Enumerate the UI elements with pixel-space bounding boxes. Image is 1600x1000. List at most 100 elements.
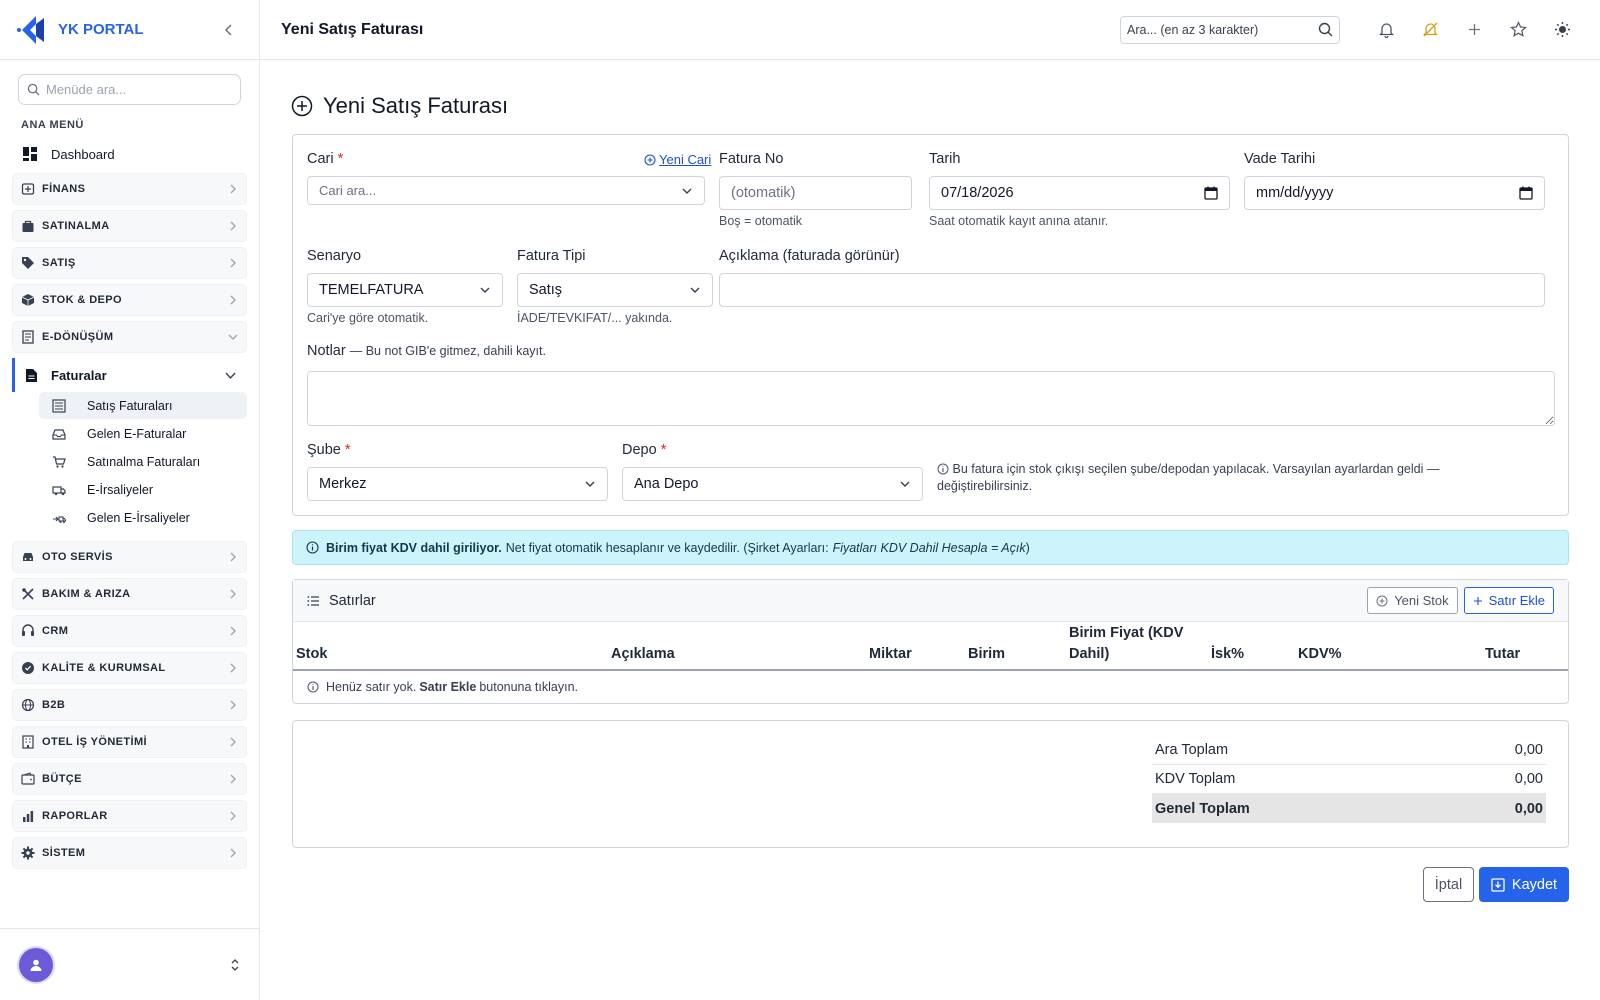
bag-icon (21, 219, 35, 233)
sidebar-group-label: FİNANS (42, 183, 86, 195)
depo-label: Depo * (622, 442, 667, 458)
sidebar-item-label: E-İrsaliyeler (87, 482, 153, 497)
main-content: Yeni Satış Faturası Cari * Yeni Cari Car… (261, 61, 1600, 1000)
cart-icon (52, 455, 66, 469)
notlar-label: Notlar — Bu not GIB'e gitmez, dahili kay… (307, 343, 546, 359)
sidebar-group-label: STOK & DEPO (42, 294, 122, 306)
depo-select[interactable]: Ana Depo (622, 467, 923, 501)
sidebar-group-bakim-ariza[interactable]: BAKIM & ARIZA (12, 578, 247, 610)
sidebar-group-label: SATIŞ (42, 257, 76, 269)
badge-check-icon (21, 661, 35, 675)
aciklama-input[interactable] (719, 273, 1545, 307)
page-title: Yeni Satış Faturası (291, 93, 508, 119)
sidebar-group-sistem[interactable]: SİSTEM (12, 837, 247, 869)
global-search[interactable] (1120, 15, 1340, 44)
sidebar-group-butce[interactable]: BÜTÇE (12, 763, 247, 795)
column-header: Stok (296, 646, 328, 662)
brand-name[interactable]: YK PORTAL (58, 21, 217, 38)
chevron-down-icon (899, 478, 911, 490)
fatura-no-input[interactable]: (otomatik) (719, 176, 912, 210)
cari-select[interactable]: Cari ara... (307, 176, 705, 205)
chevron-right-icon (228, 626, 238, 636)
info-bold-text: Birim fiyat KDV dahil giriliyor. (326, 540, 502, 555)
chevron-down-icon (228, 332, 238, 342)
sidebar-group-label: BÜTÇE (42, 773, 82, 785)
plus-circle-icon (644, 153, 659, 166)
sidebar-group-kalite-kurumsal[interactable]: KALİTE & KURUMSAL (12, 652, 247, 684)
receipt-icon (21, 330, 35, 344)
sidebar-item-satis-faturalari[interactable]: Satış Faturaları (39, 392, 247, 419)
grand-total-row: Genel Toplam 0,00 (1152, 794, 1546, 823)
sidebar-group-oto-servis[interactable]: OTO SERVİS (12, 541, 247, 573)
sidebar-item-e-irsaliyeler[interactable]: E-İrsaliyeler (39, 476, 247, 503)
fatura-tipi-select[interactable]: Satış (517, 273, 713, 307)
invoice-form: Cari * Yeni Cari Cari ara... Fatura No (… (292, 134, 1569, 516)
collapse-sidebar-icon[interactable] (217, 18, 241, 42)
expand-collapse-icon[interactable] (230, 958, 240, 972)
sidebar-group-label: CRM (42, 625, 69, 637)
new-stock-button[interactable]: Yeni Stok (1367, 587, 1458, 614)
sun-icon[interactable] (1544, 12, 1580, 48)
sidebar-item-gelen-e-irsaliyeler[interactable]: Gelen E-İrsaliyeler (39, 504, 247, 531)
bell-icon[interactable] (1368, 12, 1404, 48)
search-icon[interactable] (1318, 22, 1333, 37)
global-search-input[interactable] (1127, 22, 1318, 37)
sidebar-group-label: BAKIM & ARIZA (42, 588, 131, 600)
save-button[interactable]: Kaydet (1479, 867, 1569, 902)
sidebar-group-finans[interactable]: FİNANS (12, 173, 247, 205)
calendar-icon[interactable] (1204, 186, 1218, 200)
sidebar-group-label: E-DÖNÜŞÜM (42, 331, 114, 343)
sidebar-item-faturalar[interactable]: Faturalar (12, 358, 247, 392)
chevron-right-icon (228, 295, 238, 305)
sidebar-item-dashboard[interactable]: Dashboard (0, 139, 259, 169)
page-title-text: Yeni Satış Faturası (323, 93, 509, 118)
cancel-button[interactable]: İptal (1423, 867, 1474, 902)
sidebar-item-gelen-e-faturalar[interactable]: Gelen E-Faturalar (39, 420, 247, 447)
sidebar-group-b2b[interactable]: B2B (12, 689, 247, 721)
star-icon[interactable] (1500, 12, 1536, 48)
sidebar-item-label: Gelen E-Faturalar (87, 426, 187, 441)
car-icon (21, 550, 35, 564)
table-header: Stok Açıklama Miktar Birim Birim Fiyat (… (293, 622, 1568, 671)
box-icon (21, 293, 35, 307)
tarih-input[interactable]: 07/18/2026 (929, 176, 1230, 210)
sidebar-group-e-donusum[interactable]: E-DÖNÜŞÜM (12, 321, 247, 353)
sidebar-group-satinalma[interactable]: SATINALMA (12, 210, 247, 242)
senaryo-select[interactable]: TEMELFATURA (307, 273, 503, 307)
column-header: Birim Fiyat (KDV Dahil) (1069, 625, 1184, 662)
logo-icon[interactable] (14, 12, 50, 48)
vat-total-row: KDV Toplam 0,00 (1152, 765, 1546, 794)
column-header: Miktar (869, 646, 912, 662)
sidebar-group-label: OTEL İŞ YÖNETİMİ (42, 736, 148, 748)
chevron-right-icon (228, 700, 238, 710)
bell-slash-icon[interactable] (1412, 12, 1448, 48)
sube-select[interactable]: Merkez (307, 467, 608, 501)
sidebar-group-stok-depo[interactable]: STOK & DEPO (12, 284, 247, 316)
sidebar-group-raporlar[interactable]: RAPORLAR (12, 800, 247, 832)
lines-panel: Satırlar Yeni Stok Satır Ekle Stok Açıkl… (292, 579, 1569, 704)
gear-icon (21, 846, 35, 860)
column-header: Açıklama (611, 646, 675, 662)
list-doc-icon (52, 398, 66, 413)
column-header: Birim (968, 646, 1006, 662)
vade-input[interactable]: mm/dd/yyyy (1244, 176, 1545, 210)
sidebar-group-crm[interactable]: CRM (12, 615, 247, 647)
menu-search-input[interactable] (46, 82, 232, 97)
wallet-icon (21, 772, 35, 786)
plus-icon[interactable] (1456, 12, 1492, 48)
avatar[interactable] (19, 947, 53, 982)
add-row-button[interactable]: Satır Ekle (1463, 587, 1554, 614)
sidebar-group-otel[interactable]: OTEL İŞ YÖNETİMİ (12, 726, 247, 758)
sidebar-item-satinalma-faturalari[interactable]: Satınalma Faturaları (39, 448, 247, 475)
chevron-down-icon (224, 369, 237, 382)
new-cari-link[interactable]: Yeni Cari (644, 152, 711, 167)
chevron-down-icon (689, 284, 701, 296)
calendar-icon[interactable] (1519, 186, 1533, 200)
sidebar-group-label: SİSTEM (42, 847, 86, 859)
finance-icon (21, 182, 35, 196)
info-close-paren: ) (1025, 540, 1030, 555)
info-icon (306, 541, 319, 554)
sidebar-group-satis[interactable]: SATIŞ (12, 247, 247, 279)
notlar-textarea[interactable] (307, 371, 1555, 426)
menu-search[interactable] (18, 74, 241, 105)
